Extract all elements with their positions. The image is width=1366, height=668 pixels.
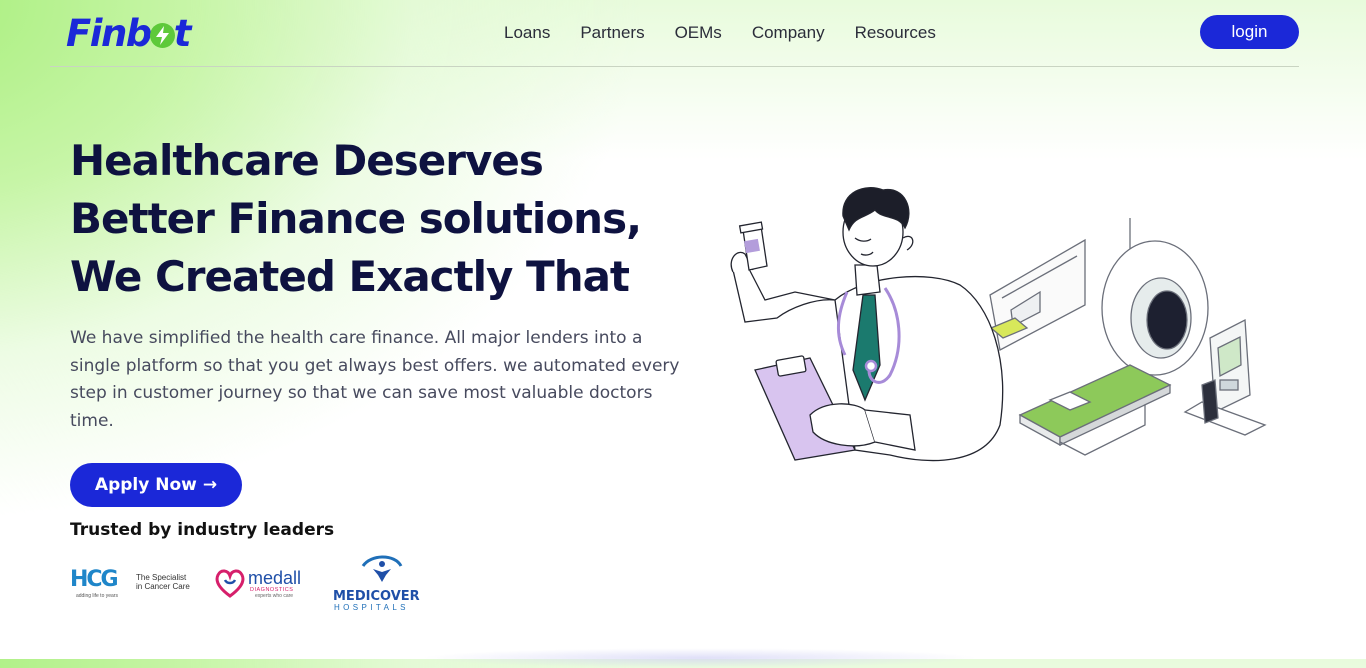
doctor-mri-illustration xyxy=(730,187,1267,462)
finbot-logo[interactable]: Finb t xyxy=(66,12,192,56)
medicover-name-2: HOSPITALS xyxy=(334,603,409,612)
nav-oems[interactable]: OEMs xyxy=(675,22,722,44)
nav-partners[interactable]: Partners xyxy=(580,22,644,44)
arrow-right-icon: → xyxy=(202,475,218,495)
hcg-mark: HCG xyxy=(70,567,118,592)
apply-now-button[interactable]: Apply Now → xyxy=(70,463,242,507)
bolt-icon xyxy=(149,23,175,48)
mri-scanner-illustration xyxy=(989,218,1267,456)
medicover-logo: MEDICOVER HOSPITALS xyxy=(333,555,420,612)
apply-now-label: Apply Now xyxy=(94,475,197,495)
login-button[interactable]: login xyxy=(1200,15,1299,49)
nav-loans[interactable]: Loans xyxy=(504,22,550,44)
trusted-heading: Trusted by industry leaders xyxy=(70,520,335,540)
figure-head xyxy=(379,561,385,567)
hcg-tagline-2: in Cancer Care xyxy=(136,582,190,591)
hcg-sub: adding life to years xyxy=(76,593,118,599)
hero-headline: Healthcare Deserves Better Finance solut… xyxy=(70,132,710,306)
doctor-illustration xyxy=(730,187,1004,462)
hcg-tagline-1: The Specialist xyxy=(136,573,187,582)
headline-line-3: We Created Exactly That xyxy=(70,252,630,301)
header-divider xyxy=(50,66,1299,67)
medall-name: medall xyxy=(248,568,301,588)
bottom-glow xyxy=(420,648,980,668)
medall-logo: medall DIAGNOSTICS experts who care xyxy=(215,568,301,599)
nav-company[interactable]: Company xyxy=(752,22,825,44)
medicover-name-1: MEDICOVER xyxy=(333,589,420,604)
main-nav: Loans Partners OEMs Company Resources xyxy=(504,22,966,44)
logo-text-start: Finb xyxy=(66,12,152,55)
nav-resources[interactable]: Resources xyxy=(855,22,936,44)
hcg-logo: HCG The Specialist in Cancer Care adding… xyxy=(70,567,190,599)
headline-line-2: Better Finance solutions, xyxy=(70,194,642,243)
medall-sub-2: experts who care xyxy=(255,593,293,599)
figure-body xyxy=(373,569,391,582)
headline-line-1: Healthcare Deserves xyxy=(70,136,544,185)
hero-description: We have simplified the health care finan… xyxy=(70,328,680,431)
logo-text-end: t xyxy=(173,12,192,55)
